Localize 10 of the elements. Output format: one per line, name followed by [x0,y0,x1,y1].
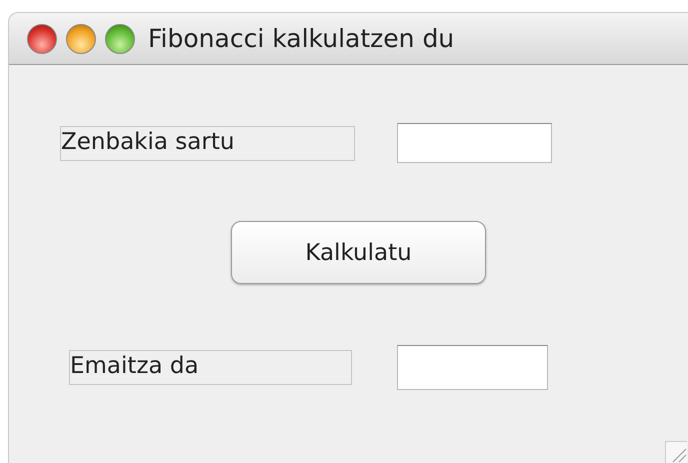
close-button[interactable] [27,24,57,54]
result-field[interactable] [397,345,548,390]
minimize-button[interactable] [66,24,96,54]
number-field[interactable] [397,123,552,163]
window-title: Fibonacci kalkulatzen du [148,24,454,53]
result-label: Emaitza da [69,350,352,385]
resize-grip-icon[interactable] [665,441,687,463]
zoom-button[interactable] [105,24,135,54]
input-label: Zenbakia sartu [60,126,355,160]
calculate-button[interactable]: Kalkulatu [231,221,486,284]
